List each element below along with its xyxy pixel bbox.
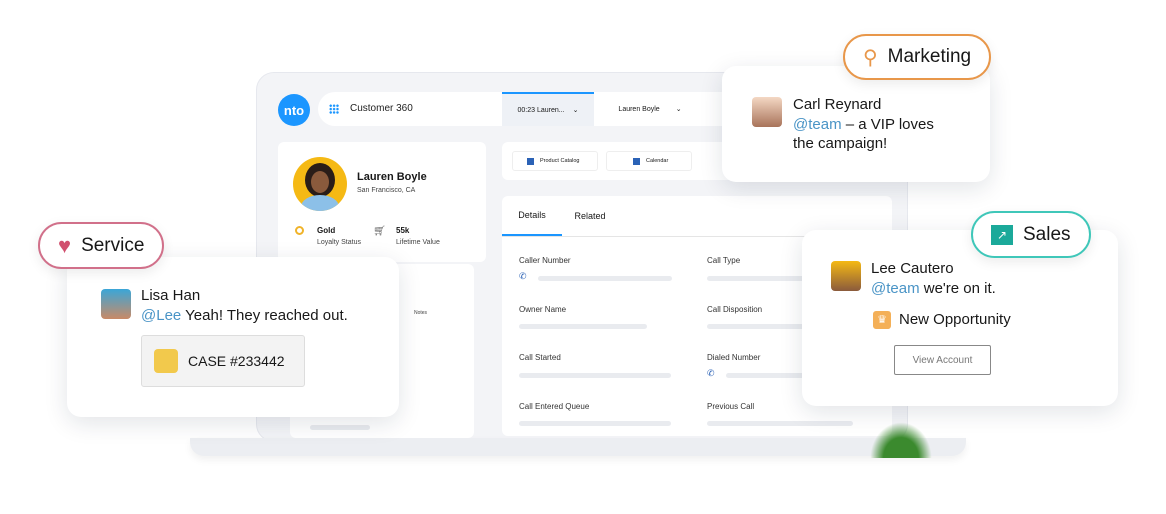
opportunity-label: New Opportunity [899,311,1011,328]
lifetime-label: Lifetime Value [396,239,440,246]
sales-pill-label: Sales [1023,223,1071,245]
service-pill-label: Service [81,234,145,256]
marketing-pill-label: Marketing [887,46,972,67]
briefcase-icon [154,349,178,373]
calendar-button[interactable]: Calendar [606,151,692,171]
call-entered-queue-label: Call Entered Queue [519,402,590,411]
call-started-label: Call Started [519,353,561,362]
phone-icon: ✆ [707,368,715,378]
phone-icon: ✆ [519,271,527,281]
message-text: @Lee Yeah! They reached out. [141,306,348,325]
profile-name: Lauren Boyle [357,171,427,183]
tab-details[interactable]: Details [502,196,562,236]
case-number: CASE #233442 [188,353,285,369]
lifetime-value: 55k [396,226,410,235]
profile-location: San Francisco, CA [357,187,416,194]
award-icon [295,226,304,235]
app-launcher-icon[interactable] [329,104,339,114]
call-tab[interactable]: 00:23 Lauren... ⌄ [502,92,594,126]
calendar-label: Calendar [646,158,669,164]
sales-pill[interactable]: ↗ Sales [971,211,1091,258]
sender-name: Lee Cautero [871,260,954,277]
loyalty-value: Gold [317,226,336,235]
plant-decoration [870,422,932,458]
message-text: @team we're on it. [871,279,996,298]
notes-label: Notes [414,310,428,316]
call-type-label: Call Type [707,256,741,265]
sender-name: Lisa Han [141,287,201,304]
mention[interactable]: @team [871,280,920,297]
previous-call-label: Previous Call [707,402,755,411]
message-body: Yeah! They reached out. [181,307,348,324]
owner-name-label: Owner Name [519,305,567,314]
call-tab-label: 00:23 Lauren... [517,106,565,114]
product-catalog-button[interactable]: Product Catalog [512,151,598,171]
message-body: we're on it. [919,280,996,297]
calendar-icon [633,157,640,165]
app-title: Customer 360 [350,103,413,114]
mention[interactable]: @Lee [141,307,181,324]
magnifier-person-icon: ⚲ [863,46,878,69]
lee-cautero-avatar [831,261,861,291]
laptop-base [190,438,966,456]
loyalty-label: Loyalty Status [317,239,361,246]
crown-icon: ♛ [873,311,891,329]
chart-trend-icon: ↗ [991,224,1013,245]
chevron-down-icon: ⌄ [675,106,682,113]
view-account-button[interactable]: View Account [894,345,991,375]
call-disposition-label: Call Disposition [707,305,763,314]
carl-reynard-avatar [752,97,782,127]
dialed-number-label: Dialed Number [707,353,761,362]
contact-tab-label: Lauren Boyle [618,105,660,113]
chevron-down-icon: ⌄ [572,107,579,114]
contact-tab[interactable]: Lauren Boyle ⌄ [600,92,700,126]
app-logo[interactable]: nto [278,94,310,126]
catalog-icon [527,157,534,165]
sender-name: Carl Reynard [793,96,882,113]
cart-icon: 🛒︎ [373,226,386,237]
case-button[interactable]: CASE #233442 [141,335,305,387]
caller-number-label: Caller Number [519,256,571,265]
avatar [293,157,347,211]
tab-related[interactable]: Related [566,196,614,236]
message-text: @team – a VIP loves the campaign! [793,115,953,153]
marketing-pill[interactable]: ⚲ Marketing [843,34,992,80]
service-pill[interactable]: ♥ Service [38,222,165,269]
heart-icon: ♥ [58,232,72,258]
product-catalog-label: Product Catalog [540,158,580,164]
mention[interactable]: @team [793,116,842,133]
lisa-han-avatar [101,289,131,319]
